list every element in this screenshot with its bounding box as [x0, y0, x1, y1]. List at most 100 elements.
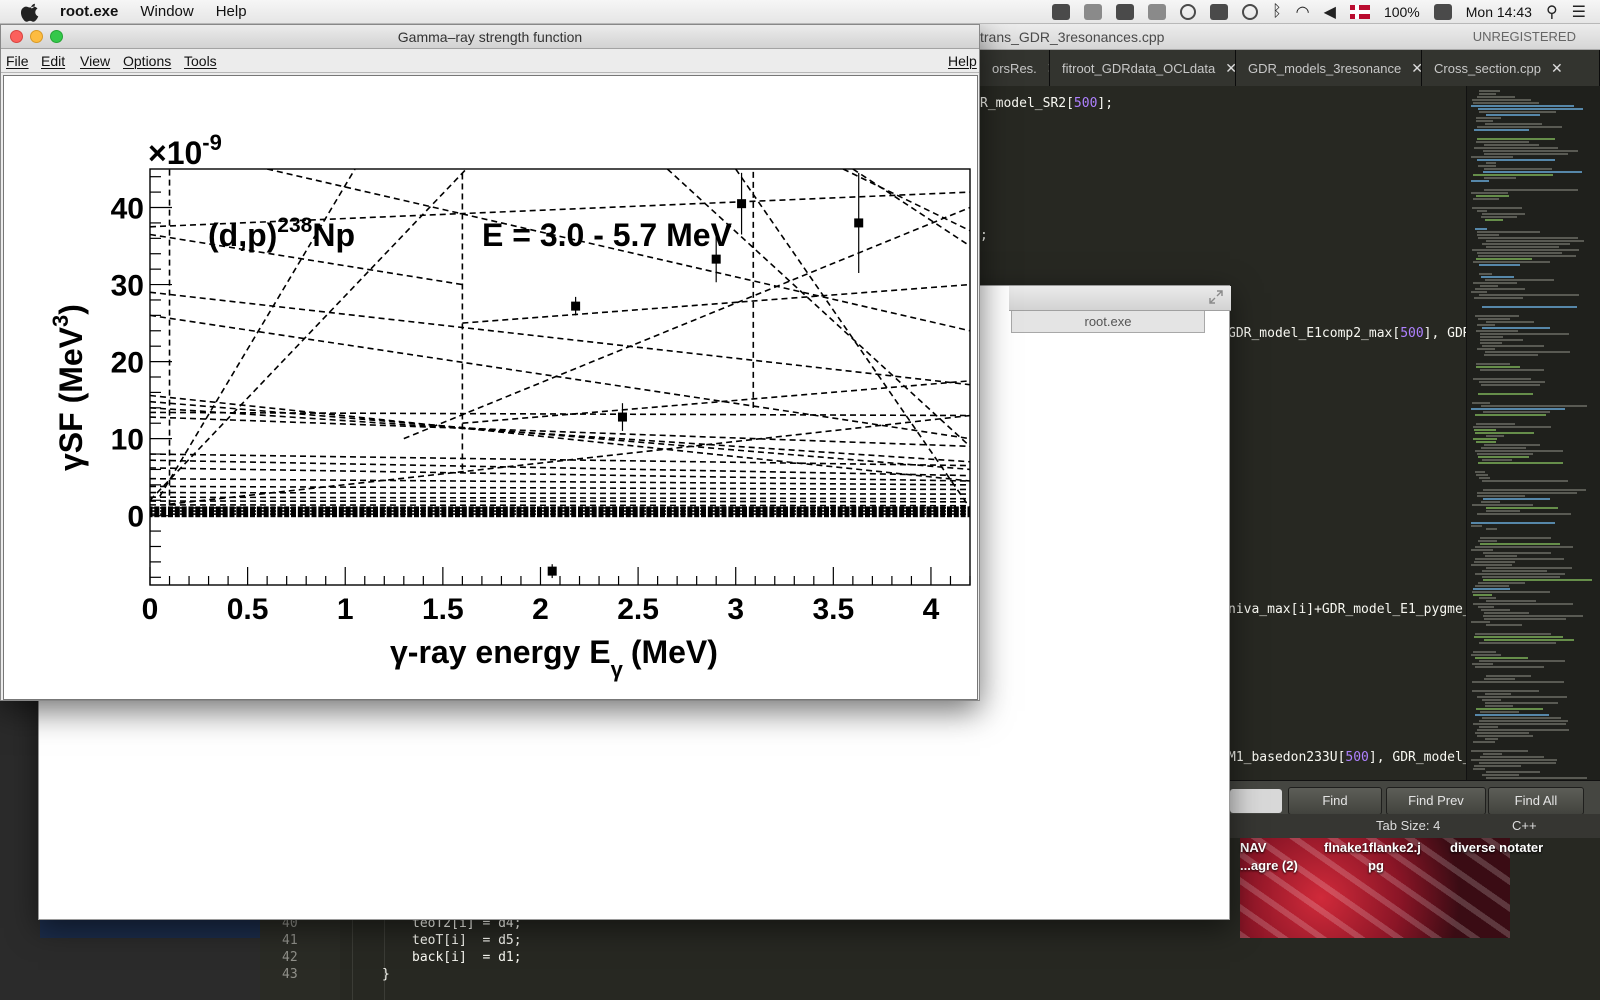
battery-percent[interactable]: 100%	[1384, 4, 1420, 20]
zero-band-marker	[776, 506, 782, 518]
close-tab-icon[interactable]: ✕	[1411, 60, 1421, 76]
zero-band-marker	[707, 506, 713, 518]
sublime-tab[interactable]: GDR_models_3resonance ✕	[1236, 50, 1422, 86]
minimap-line	[1483, 411, 1550, 413]
volume-icon[interactable]: ◀	[1324, 2, 1336, 22]
tab-label: GDR_models_3resonance	[1248, 61, 1402, 76]
desktop-file-label[interactable]: pg	[1368, 858, 1384, 873]
minimap-line	[1478, 165, 1496, 167]
menu-edit[interactable]: Edit	[41, 53, 65, 69]
zero-band-marker	[496, 506, 501, 518]
reaction-annotation: (d,p)238Np	[208, 214, 355, 253]
menubar-window[interactable]: Window	[140, 3, 193, 20]
bottom-code-editor[interactable]: 40 teoT2[i] = d4; 41 teoT[i] = d5; 42 ba…	[260, 916, 1240, 1000]
minimap-line	[1476, 141, 1529, 143]
clock[interactable]: Mon 14:43	[1466, 4, 1532, 20]
time-machine-icon[interactable]	[1242, 4, 1259, 20]
menu-help[interactable]: Help	[948, 53, 977, 69]
tab-size-indicator[interactable]: Tab Size: 4	[1376, 814, 1440, 838]
root-console-tab[interactable]: root.exe	[1011, 311, 1205, 333]
memory-chip-icon[interactable]	[1210, 4, 1229, 20]
find-button[interactable]: Find	[1288, 787, 1382, 815]
desktop-file-label[interactable]: diverse notater	[1450, 840, 1543, 855]
minimap-line	[1484, 678, 1515, 680]
dropbox-icon[interactable]	[1116, 4, 1135, 20]
evernote-icon[interactable]	[1052, 4, 1071, 20]
minimap-line	[1475, 546, 1573, 548]
minimap-line	[1479, 90, 1500, 92]
sublime-tab[interactable]: fitroot_GDRdata_OCLdata ✕	[1050, 50, 1236, 86]
minimap-line	[1473, 603, 1573, 605]
root-console-title-bar[interactable]	[1009, 286, 1231, 311]
close-window-icon[interactable]	[10, 30, 23, 43]
data-point	[547, 564, 557, 579]
zero-band-marker	[229, 506, 235, 518]
zero-band-marker	[277, 506, 283, 518]
minimap-line	[1471, 408, 1565, 410]
data-point-marker	[617, 412, 627, 422]
gamma-strength-plot[interactable]: 0 0.5 1 1.5 2 2.5 3 3.5 4010203040 ×10-9 (d,p)23…	[4, 76, 979, 701]
minimap-line	[1472, 663, 1493, 665]
desktop-file-label[interactable]: NAV	[1240, 840, 1266, 855]
data-point-marker	[854, 218, 864, 228]
minimap-line	[1478, 318, 1510, 320]
zero-band-marker	[304, 506, 310, 518]
data-point	[854, 172, 864, 273]
audio-meter-icon[interactable]	[1084, 4, 1103, 20]
zero-band-marker	[386, 506, 392, 518]
desktop-file-label[interactable]: flnake1flanke2.j	[1324, 840, 1421, 855]
minimap-line	[1486, 321, 1534, 323]
menu-view[interactable]: View	[80, 53, 110, 69]
bluetooth-icon[interactable]: ᛒ	[1272, 3, 1282, 21]
find-prev-button[interactable]: Find Prev	[1386, 787, 1486, 815]
minimap-line	[1477, 234, 1499, 236]
menubar-app-name[interactable]: root.exe	[60, 3, 118, 20]
sublime-title-bar: trans_GDR_3resonances.cpp UNREGISTERED	[980, 24, 1600, 50]
zero-band-marker	[543, 506, 549, 518]
zero-band-marker	[810, 506, 816, 518]
minimap-line	[1478, 582, 1525, 584]
zero-band-marker	[632, 506, 638, 518]
spotlight-search-icon[interactable]: ⚲	[1546, 2, 1558, 22]
fullscreen-icon[interactable]	[1209, 290, 1223, 304]
minimap-line	[1480, 339, 1523, 341]
find-input[interactable]	[1230, 789, 1282, 813]
scroll-app-icon[interactable]	[1148, 4, 1167, 20]
minimap-line	[1473, 594, 1492, 596]
apple-logo-icon[interactable]	[20, 1, 42, 23]
zero-band-marker	[530, 506, 536, 518]
minimap-line	[1479, 93, 1496, 95]
sublime-tab[interactable]: orsRes.✕	[980, 50, 1050, 86]
close-tab-icon[interactable]: ✕	[1225, 60, 1235, 76]
minimap-line	[1485, 693, 1511, 695]
sublime-tab[interactable]: Cross_section.cpp ✕	[1422, 50, 1600, 86]
sublime-minimap[interactable]	[1466, 86, 1600, 806]
checkmark-circle-icon[interactable]	[1180, 4, 1197, 20]
zero-band-marker	[666, 506, 672, 518]
syntax-indicator[interactable]: C++	[1512, 814, 1537, 838]
minimap-line	[1480, 537, 1551, 539]
minimap-line	[1482, 774, 1519, 776]
notification-center-icon[interactable]: ☰	[1572, 2, 1586, 22]
desktop-file-label[interactable]: ...agre (2)	[1240, 858, 1298, 873]
zero-band-marker	[885, 506, 891, 518]
close-tab-icon[interactable]: ✕	[1551, 60, 1563, 76]
battery-icon[interactable]	[1433, 4, 1452, 20]
menu-options[interactable]: Options	[123, 53, 171, 69]
menu-file[interactable]: File	[6, 53, 29, 69]
zero-band-marker	[332, 506, 337, 518]
zoom-window-icon[interactable]	[50, 30, 63, 43]
menu-tools[interactable]: Tools	[184, 53, 217, 69]
wifi-icon[interactable]: ◠	[1296, 2, 1310, 22]
root-canvas[interactable]: 0 0.5 1 1.5 2 2.5 3 3.5 4 0 10 20 30 40 ×10-9 (d,p)23…	[3, 75, 978, 700]
norwegian-flag-icon[interactable]	[1349, 5, 1370, 19]
minimap-line	[1471, 522, 1555, 524]
minimize-window-icon[interactable]	[30, 30, 43, 43]
menubar-help[interactable]: Help	[216, 3, 247, 20]
minimap-line	[1474, 636, 1563, 638]
minimap-line	[1481, 609, 1510, 611]
minimap-line	[1477, 513, 1571, 515]
find-all-button[interactable]: Find All	[1488, 787, 1584, 815]
zero-band-marker	[714, 506, 720, 518]
canvas-title-bar[interactable]: Gamma–ray strength function	[1, 25, 979, 49]
